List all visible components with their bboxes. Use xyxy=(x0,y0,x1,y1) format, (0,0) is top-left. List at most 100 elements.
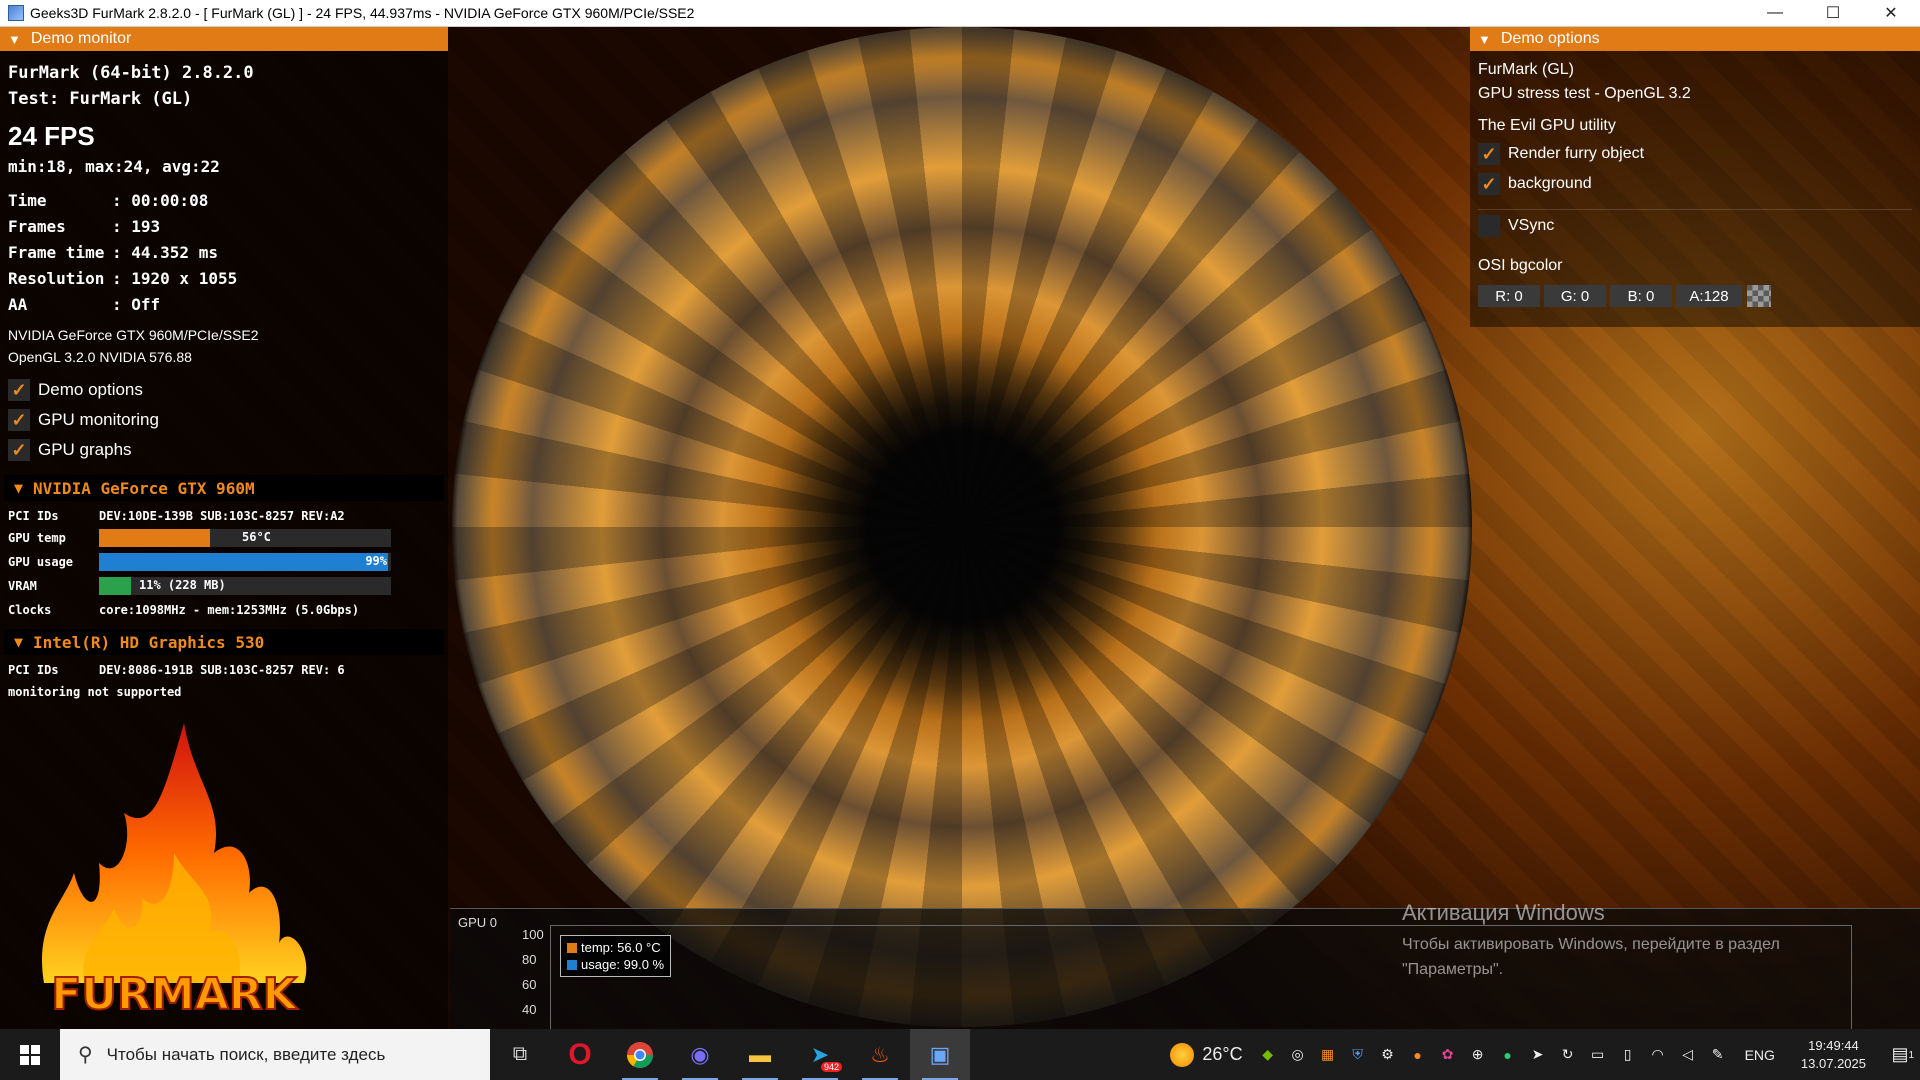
fps-value: 24 FPS xyxy=(8,121,95,151)
close-button[interactable]: ✕ xyxy=(1862,0,1920,26)
sync-tray-icon[interactable]: ↻ xyxy=(1557,1044,1579,1066)
colors-tray-icon[interactable]: ✿ xyxy=(1437,1044,1459,1066)
gpu2-header[interactable]: ▼ Intel(R) HD Graphics 530 xyxy=(4,629,444,655)
clock-time: 19:49:44 xyxy=(1808,1037,1859,1053)
language-indicator[interactable]: ENG xyxy=(1745,1047,1775,1063)
weather-sun-icon xyxy=(1170,1042,1195,1067)
gpu2-name: Intel(R) HD Graphics 530 xyxy=(33,632,265,652)
notification-center-button[interactable]: ▤ 1 xyxy=(1880,1044,1920,1065)
green-tray-icon[interactable]: ● xyxy=(1497,1044,1519,1066)
shield-tray-icon[interactable]: ⛨ xyxy=(1347,1044,1369,1066)
battery-tray-icon[interactable]: ▭ xyxy=(1587,1044,1609,1066)
collapse-triangle-icon: ▼ xyxy=(1478,31,1491,47)
y-tick: 40 xyxy=(522,1002,537,1017)
check-icon[interactable]: ✓ xyxy=(1478,173,1500,195)
background-checkbox[interactable]: ✓ background xyxy=(1478,173,1592,195)
discord-tray-icon[interactable]: ◎ xyxy=(1287,1044,1309,1066)
gpu-temp-bar: 56°C xyxy=(99,529,391,547)
demo-description: GPU stress test - OpenGL 3.2 xyxy=(1478,85,1691,102)
chat-app[interactable]: ◉ xyxy=(670,1029,730,1080)
gpu2-note: monitoring not supported xyxy=(8,685,182,699)
gpu1-header[interactable]: ▼ NVIDIA GeForce GTX 960M xyxy=(4,475,444,501)
app2-tray-icon[interactable]: ● xyxy=(1407,1044,1429,1066)
furmark-taskbar-app[interactable]: ♨ xyxy=(850,1029,910,1080)
telegram-badge: 942 xyxy=(820,1062,842,1072)
usb-tray-icon[interactable]: ▯ xyxy=(1617,1044,1639,1066)
activation-text: Чтобы активировать Windows, перейдите в … xyxy=(1402,936,1780,978)
maximize-button[interactable]: ☐ xyxy=(1804,0,1862,26)
search-icon: ⚲ xyxy=(78,1044,93,1066)
pen-icon[interactable]: ✎ xyxy=(1707,1044,1729,1066)
clock-date: 13.07.2025 xyxy=(1800,1055,1866,1071)
send-tray-icon[interactable]: ➤ xyxy=(1527,1044,1549,1066)
color-a-field[interactable]: A:128 xyxy=(1676,285,1742,307)
notification-count: 1 xyxy=(1908,1050,1914,1061)
telegram-app[interactable]: ➤ 942 xyxy=(790,1029,850,1080)
demo-options-panel: ▼ Demo options FurMark (GL) GPU stress t… xyxy=(1470,27,1920,327)
activation-watermark: Активация Windows Чтобы активировать Win… xyxy=(1402,900,1882,982)
y-tick: 100 xyxy=(522,927,544,942)
stat-aa: AA: Off xyxy=(8,295,161,314)
activation-heading: Активация Windows xyxy=(1402,900,1605,925)
option-gpu-graphs[interactable]: ✓ GPU graphs xyxy=(8,439,132,461)
clock[interactable]: 19:49:44 13.07.2025 xyxy=(1801,1037,1866,1073)
opera-app[interactable]: O xyxy=(550,1029,610,1080)
furmark-app-icon xyxy=(8,5,24,21)
app-tray-icon[interactable]: ▦ xyxy=(1317,1044,1339,1066)
gpu1-temp-row: GPU temp 56°C xyxy=(8,529,391,547)
legend-temp: temp: 56.0 °C xyxy=(567,939,664,956)
color-preview-swatch[interactable] xyxy=(1747,285,1771,307)
search-placeholder: Чтобы начать поиск, введите здесь xyxy=(106,1044,386,1064)
unchecked-box[interactable] xyxy=(1478,215,1500,237)
minimize-button[interactable]: — xyxy=(1746,0,1804,26)
nvidia-tray-icon[interactable]: ◆ xyxy=(1257,1044,1279,1066)
collapse-triangle-icon: ▼ xyxy=(14,479,24,497)
opengl-info: OpenGL 3.2.0 NVIDIA 576.88 xyxy=(8,349,192,365)
fps-stats: min:18, max:24, avg:22 xyxy=(8,157,220,176)
steam-tray-icon[interactable]: ⚙ xyxy=(1377,1044,1399,1066)
folder-icon: ▬ xyxy=(749,1041,771,1067)
demo-monitor-header[interactable]: ▼ Demo monitor xyxy=(0,27,448,51)
option-gpu-monitoring[interactable]: ✓ GPU monitoring xyxy=(8,409,159,431)
start-button[interactable] xyxy=(0,1029,60,1080)
gpu1-pci-row: PCI IDs DEV:10DE-139B SUB:103C-8257 REV:A… xyxy=(8,509,345,523)
demo-tagline: The Evil GPU utility xyxy=(1478,117,1616,134)
chrome-icon xyxy=(626,1041,654,1068)
task-view-icon: ⧉ xyxy=(512,1043,528,1065)
window-icon: ▣ xyxy=(929,1041,951,1067)
vsync-checkbox[interactable]: VSync xyxy=(1478,215,1554,237)
task-view-button[interactable]: ⧉ xyxy=(490,1029,550,1080)
window-title: Geeks3D FurMark 2.8.2.0 - [ FurMark (GL)… xyxy=(30,5,695,21)
wifi-icon[interactable]: ◠ xyxy=(1647,1044,1669,1066)
collapse-triangle-icon: ▼ xyxy=(8,31,21,47)
title-bar: Geeks3D FurMark 2.8.2.0 - [ FurMark (GL)… xyxy=(0,0,1920,27)
active-window-app[interactable]: ▣ xyxy=(910,1029,970,1080)
option-demo-options[interactable]: ✓ Demo options xyxy=(8,379,143,401)
check-icon[interactable]: ✓ xyxy=(8,409,30,431)
check-icon[interactable]: ✓ xyxy=(1478,143,1500,165)
stat-frame-time: Frame time: 44.352 ms xyxy=(8,243,218,262)
weather-widget[interactable]: 26°C xyxy=(1170,1042,1243,1067)
furmark-logo: FURMARK xyxy=(41,723,307,1021)
graph-legend: temp: 56.0 °C usage: 99.0 % xyxy=(560,935,672,977)
color-r-field[interactable]: R: 0 xyxy=(1478,285,1540,307)
furry-donut xyxy=(452,27,1472,1027)
stat-resolution: Resolution: 1920 x 1055 xyxy=(8,269,238,288)
color-b-field[interactable]: B: 0 xyxy=(1610,285,1672,307)
check-icon[interactable]: ✓ xyxy=(8,379,30,401)
gpu1-clocks-row: Clocks core:1098MHz - mem:1253MHz (5.0Gbp… xyxy=(8,603,360,617)
osi-bgcolor-label: OSI bgcolor xyxy=(1478,257,1563,274)
render-furry-checkbox[interactable]: ✓ Render furry object xyxy=(1478,143,1644,165)
svg-text:FURMARK: FURMARK xyxy=(51,969,298,1020)
app-version: FurMark (64-bit) 2.8.2.0 xyxy=(8,63,254,83)
volume-icon[interactable]: ◁ xyxy=(1677,1044,1699,1066)
system-tray: 26°C ◆ ◎ ▦ ⛨ ⚙ ● ✿ ⊕ ● ➤ ↻ ▭ ▯ ◠ ◁ ✎ ENG… xyxy=(1170,1029,1920,1080)
demo-options-header[interactable]: ▼ Demo options xyxy=(1470,27,1920,51)
color-g-field[interactable]: G: 0 xyxy=(1544,285,1606,307)
file-explorer-app[interactable]: ▬ xyxy=(730,1029,790,1080)
check-icon[interactable]: ✓ xyxy=(8,439,30,461)
stat-frames: Frames: 193 xyxy=(8,217,161,236)
taskbar-search[interactable]: ⚲ Чтобы начать поиск, введите здесь xyxy=(60,1029,490,1080)
globe-tray-icon[interactable]: ⊕ xyxy=(1467,1044,1489,1066)
chrome-app[interactable] xyxy=(610,1029,670,1080)
